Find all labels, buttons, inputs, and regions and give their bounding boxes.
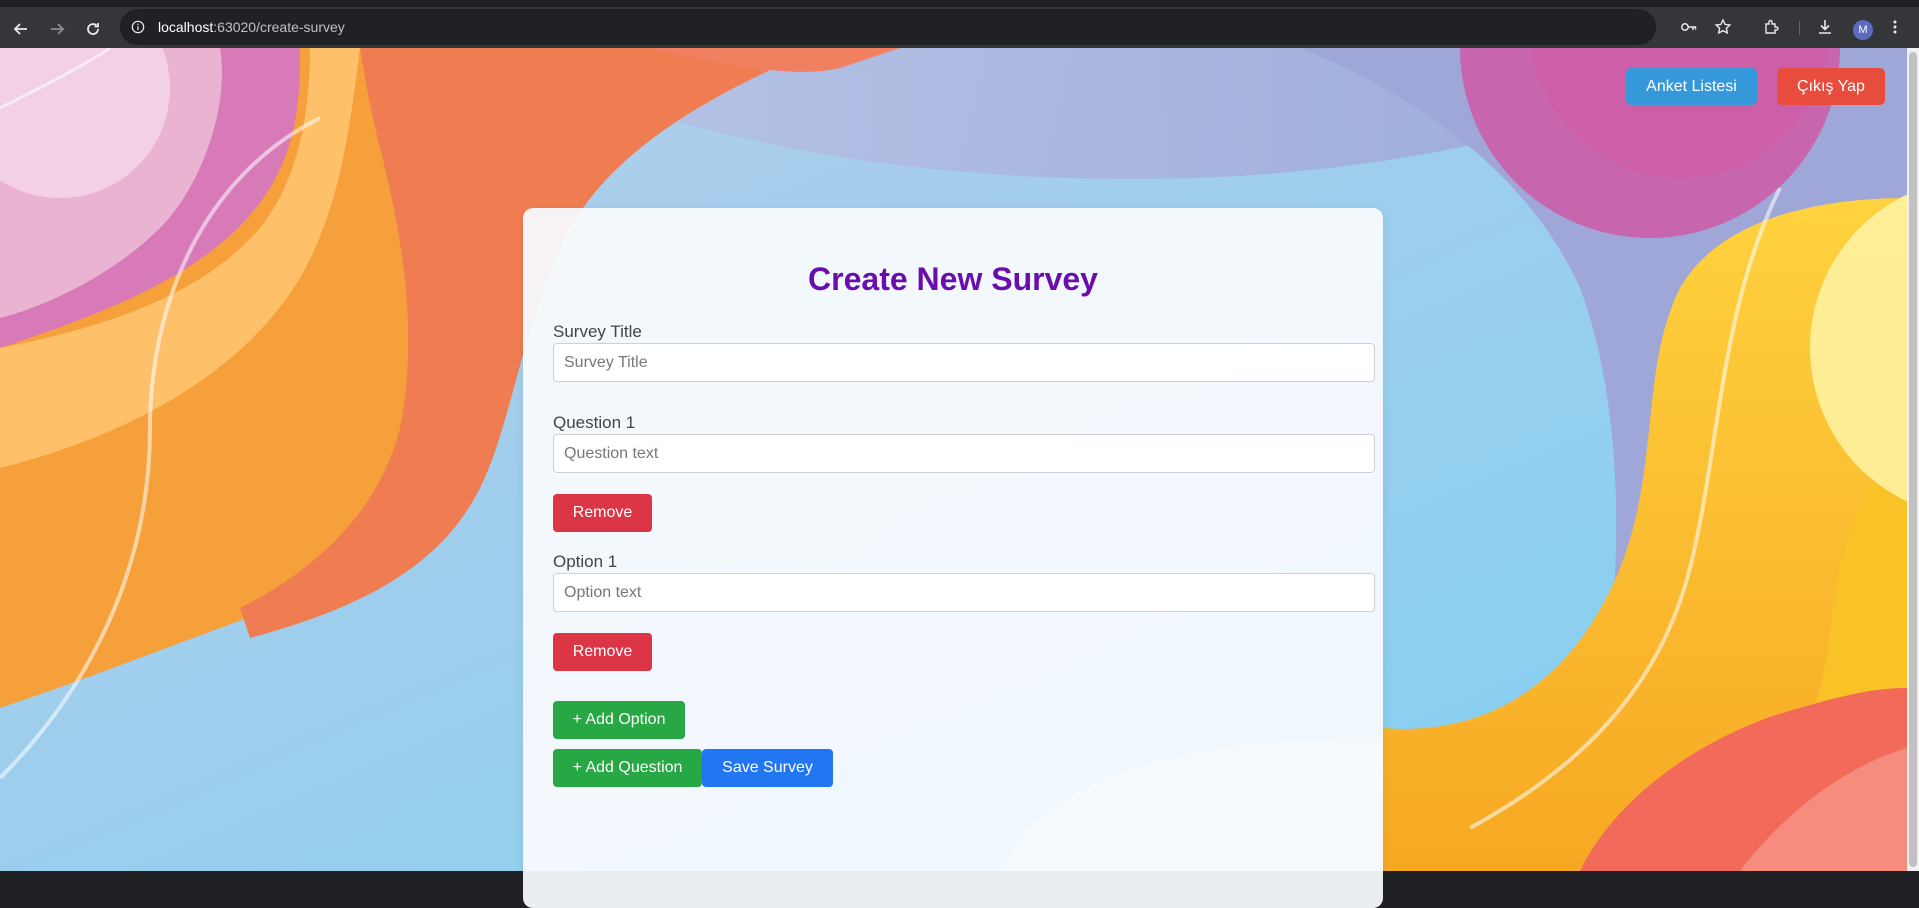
scrollbar-thumb[interactable]	[1909, 52, 1917, 867]
add-question-button[interactable]: + Add Question	[553, 749, 702, 787]
page-scrollbar[interactable]	[1907, 48, 1919, 871]
extensions-icon[interactable]	[1762, 17, 1782, 37]
url-text: localhost:63020/create-survey	[158, 19, 345, 35]
download-icon[interactable]	[1815, 17, 1835, 37]
menu-icon[interactable]	[1885, 17, 1905, 37]
survey-title-input[interactable]	[553, 343, 1375, 382]
reload-icon[interactable]	[81, 17, 105, 41]
page-title: Create New Survey	[808, 261, 1098, 297]
survey-form-card: Create New Survey Survey Title Question …	[523, 208, 1383, 908]
address-bar[interactable]: localhost:63020/create-survey	[120, 9, 1732, 45]
back-icon[interactable]	[9, 17, 33, 41]
add-option-button[interactable]: + Add Option	[553, 701, 685, 739]
question-label: Question 1	[553, 413, 636, 432]
remove-question-button[interactable]: Remove	[553, 494, 652, 532]
option-text-input[interactable]	[553, 573, 1375, 612]
question-text-input[interactable]	[553, 434, 1375, 473]
survey-title-label: Survey Title	[553, 322, 642, 341]
option-label: Option 1	[553, 552, 618, 571]
browser-toolbar: localhost:63020/create-survey M	[0, 0, 1919, 48]
remove-option-button[interactable]: Remove	[553, 633, 652, 671]
toolbar-divider	[1799, 21, 1800, 35]
forward-icon[interactable]	[45, 17, 69, 41]
info-icon[interactable]	[130, 19, 146, 35]
logout-button[interactable]: Çıkış Yap	[1777, 68, 1885, 105]
survey-list-button[interactable]: Anket Listesi	[1626, 68, 1757, 105]
avatar[interactable]: M	[1853, 20, 1873, 40]
key-icon[interactable]	[1680, 9, 1698, 45]
save-survey-button[interactable]: Save Survey	[702, 749, 833, 787]
star-icon[interactable]	[1714, 9, 1732, 45]
